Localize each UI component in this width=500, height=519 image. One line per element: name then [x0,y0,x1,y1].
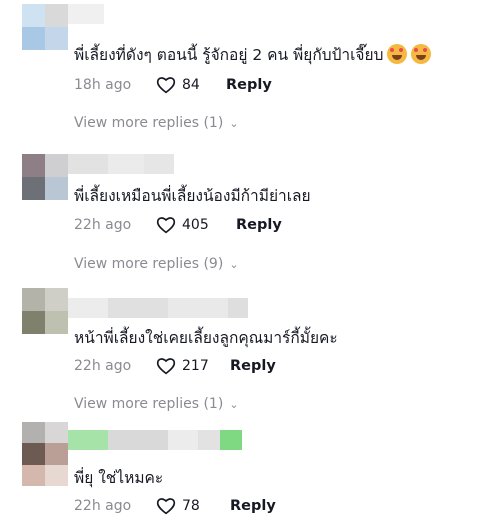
timestamp: 22h ago [74,358,132,374]
chevron-down-icon: ⌄ [229,257,239,271]
username-blurred[interactable] [68,298,248,318]
avatar[interactable] [22,154,68,200]
smiling-face-with-hearts-icon [411,44,432,64]
reply-button[interactable]: Reply [230,358,276,374]
avatar[interactable] [22,288,68,334]
username-blurred[interactable] [68,154,174,174]
view-more-label: View more replies (9) [74,256,224,272]
comment-meta: 18h ago 84 Reply [74,74,272,96]
like-button[interactable]: 217 [156,357,230,375]
reply-button[interactable]: Reply [236,217,282,233]
like-count: 405 [182,217,209,233]
smiling-face-with-hearts-icon [387,44,408,64]
view-more-replies[interactable]: View more replies (1) ⌄ [74,115,239,131]
view-more-replies[interactable]: View more replies (1) ⌄ [74,396,239,412]
view-more-label: View more replies (1) [74,115,224,131]
reply-button[interactable]: Reply [226,77,272,93]
heart-outline-icon [156,77,176,94]
like-button[interactable]: 78 [156,497,230,515]
timestamp: 18h ago [74,77,132,93]
timestamp: 22h ago [74,498,132,514]
view-more-label: View more replies (1) [74,396,224,412]
comment-text: พี่เลี้ยงเหมือนพี่เลี้ยงน้องมีก้ามีย่าเล… [74,187,311,205]
heart-outline-icon [156,217,176,234]
heart-outline-icon [156,358,176,375]
comment-text: พี่ยุ ใช่ไหมคะ [74,469,164,487]
reply-button[interactable]: Reply [230,498,276,514]
comment-text: หน้าพี่เลี้ยงใช่เคยเลี้ยงลูกคุณมาร์กี้มั… [74,329,338,347]
comment-meta: 22h ago 405 Reply [74,214,282,236]
view-more-replies[interactable]: View more replies (9) ⌄ [74,256,239,272]
chevron-down-icon: ⌄ [229,116,239,130]
like-count: 78 [182,498,200,514]
chevron-down-icon: ⌄ [229,397,239,411]
comment-text: พี่เลี้ยงที่ดังๆ ตอนนี้ รู้จักอยู่ 2 คน … [74,46,384,64]
username-blurred[interactable] [68,430,242,450]
comment-meta: 22h ago 217 Reply [74,355,276,377]
avatar[interactable] [22,4,68,50]
heart-outline-icon [156,498,176,515]
comment-text-row: พี่เลี้ยงที่ดังๆ ตอนนี้ รู้จักอยู่ 2 คน … [74,42,432,67]
like-button[interactable]: 405 [156,216,236,234]
timestamp: 22h ago [74,217,132,233]
username-blurred[interactable] [68,4,104,24]
like-count: 217 [182,358,209,374]
comment-meta: 22h ago 78 Reply [74,495,276,517]
avatar[interactable] [22,422,68,486]
like-button[interactable]: 84 [156,76,226,94]
like-count: 84 [182,77,200,93]
